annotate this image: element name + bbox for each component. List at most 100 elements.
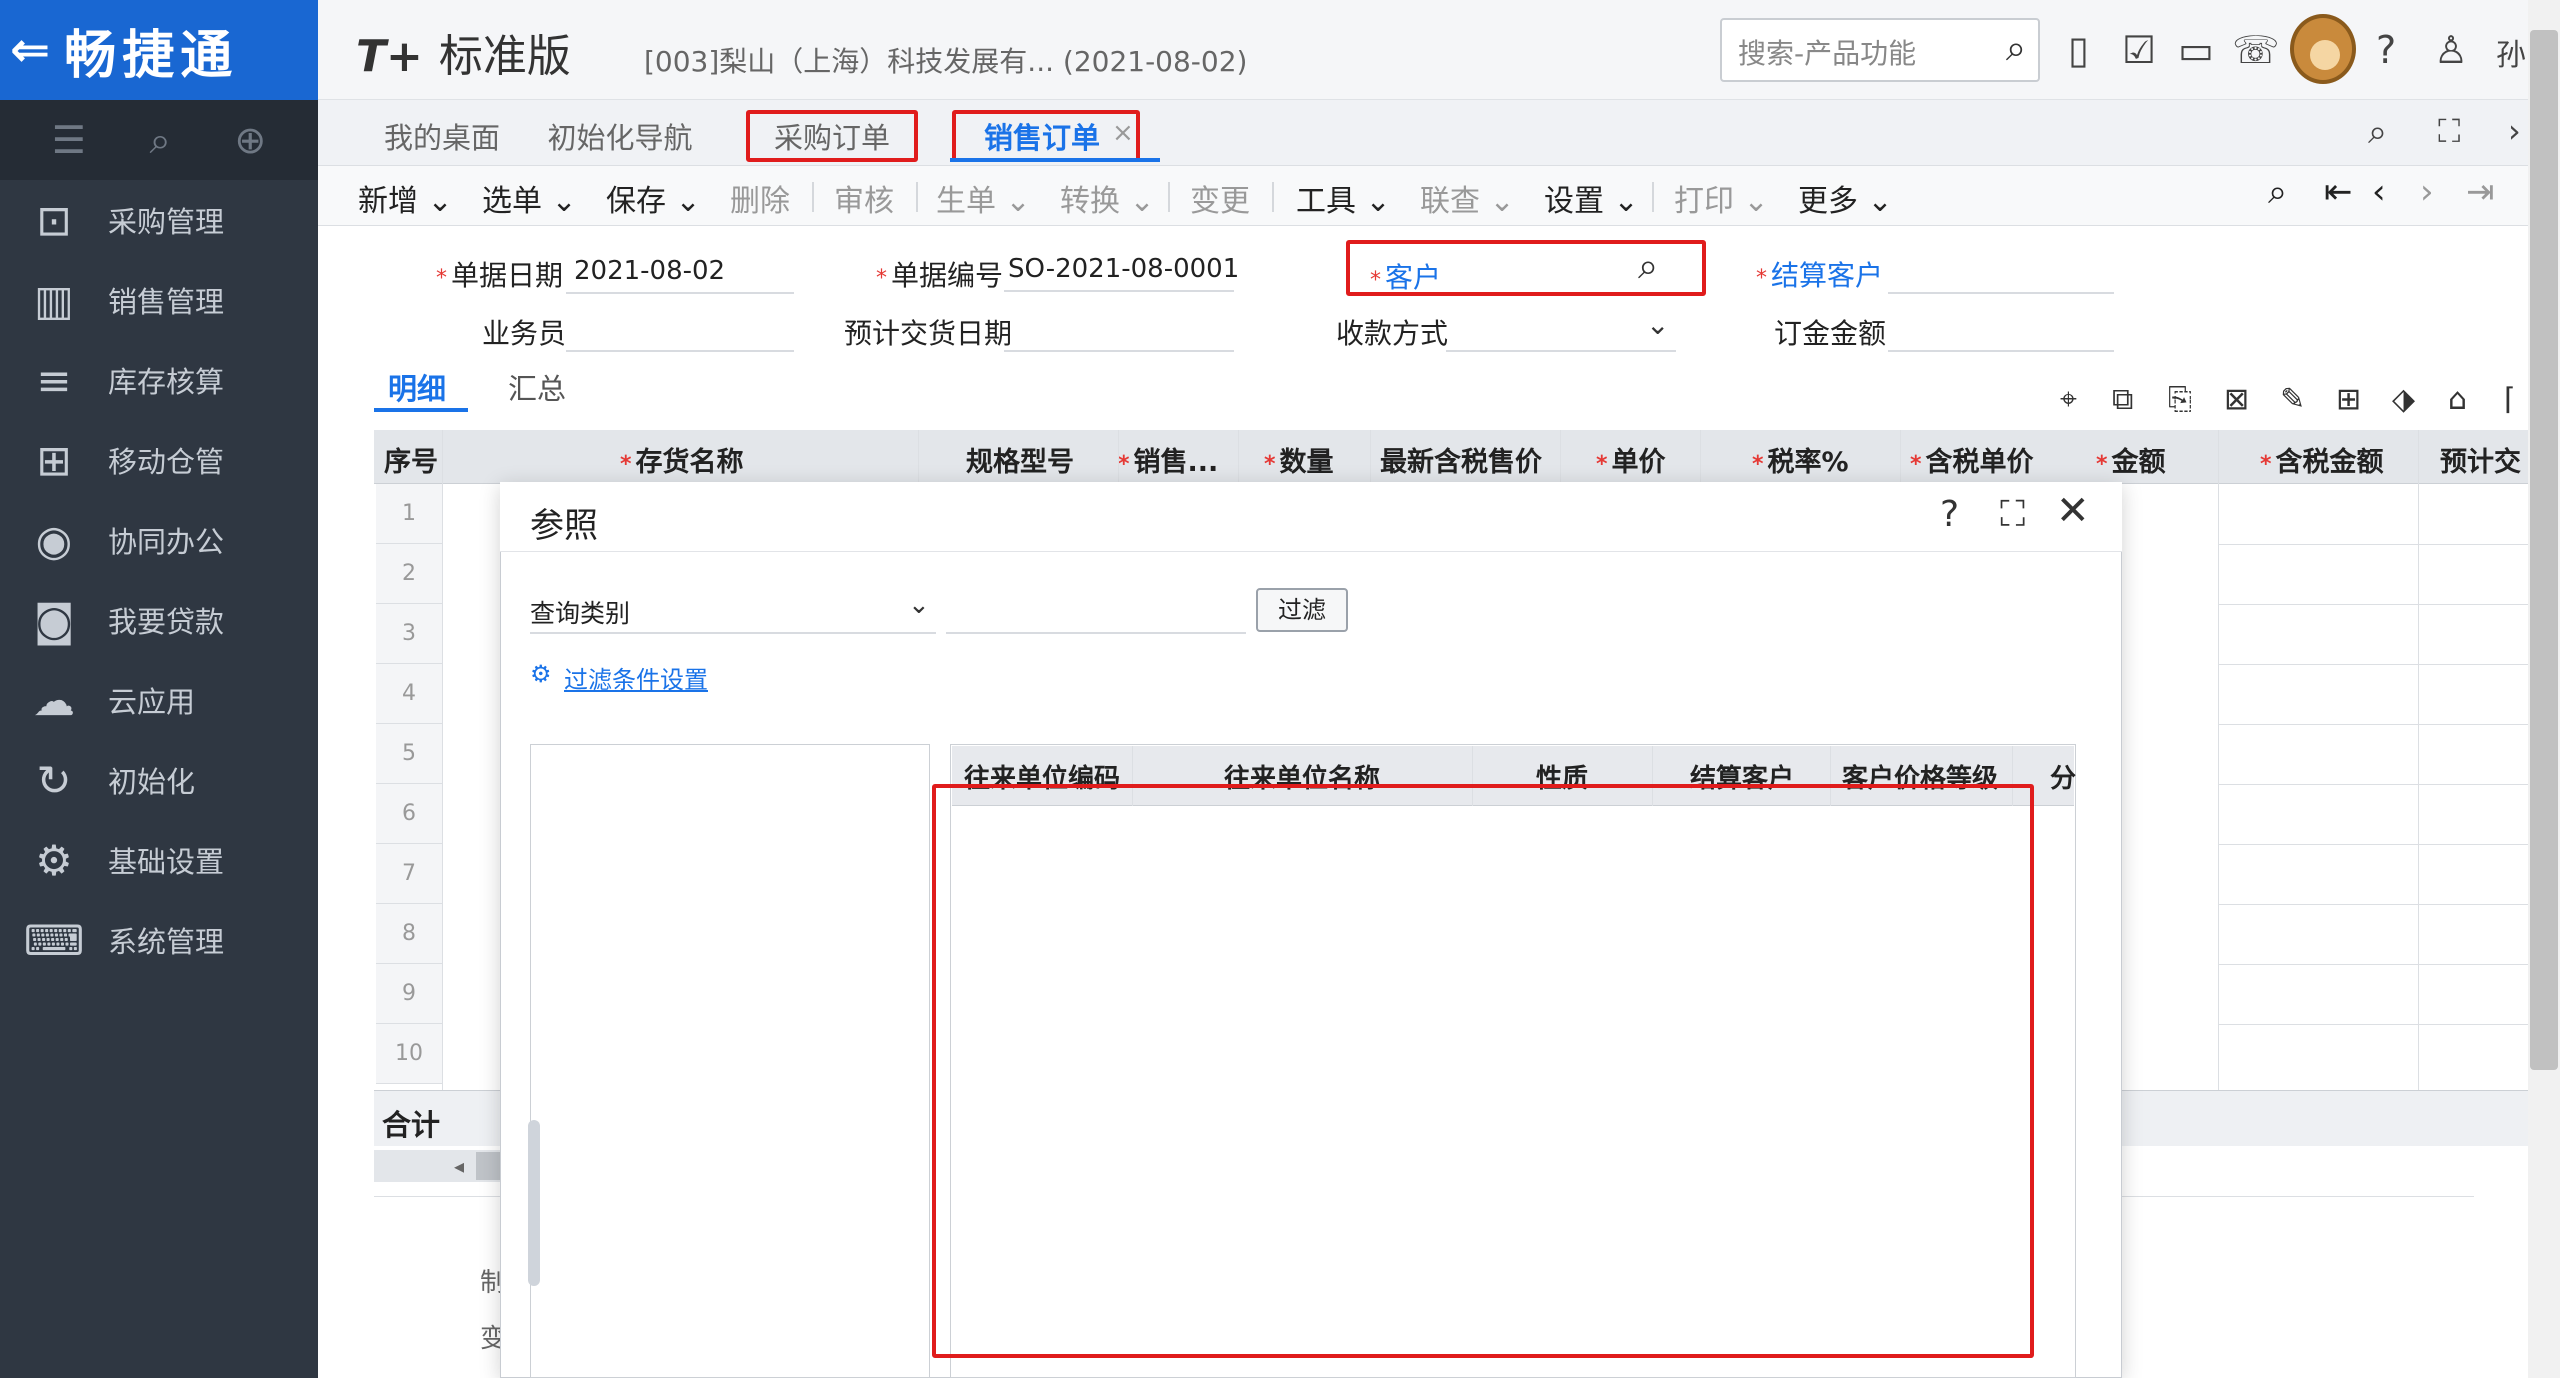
close-tab-icon[interactable]: × — [1112, 118, 1134, 148]
phone-icon[interactable]: ☏ — [2232, 28, 2280, 72]
tab-desktop[interactable]: 我的桌面 — [372, 110, 512, 162]
settle-customer-label[interactable]: * 结算客户 — [1756, 254, 1883, 294]
link-query-button[interactable]: 联查 ⌄ — [1420, 176, 1515, 220]
tab-next-icon[interactable]: › — [2508, 112, 2521, 150]
delete-row-icon[interactable]: ⊠ — [2224, 382, 2249, 417]
more-icon[interactable]: ⌈ — [2504, 382, 2516, 417]
sidebar-item-collaboration[interactable]: ◉ 协同办公 — [0, 500, 318, 580]
sidebar-item-mobile-warehouse[interactable]: ⊞ 移动仓管 — [0, 420, 318, 500]
username[interactable]: 孙 — [2496, 30, 2526, 74]
filter-settings-link[interactable]: 过滤条件设置 — [564, 660, 708, 695]
col-expected-delivery[interactable]: 预计交 — [2440, 440, 2521, 479]
add-doc-icon[interactable]: ⊕ — [234, 118, 266, 162]
next-record-icon[interactable]: › — [2420, 172, 2434, 212]
audit-button[interactable]: 审核 — [834, 176, 894, 220]
col-item-name[interactable]: * 存货名称 — [620, 440, 744, 479]
category-tree[interactable] — [530, 744, 930, 1378]
sidebar-item-system[interactable]: ⌨ 系统管理 — [0, 900, 318, 980]
edit-icon[interactable]: ✎ — [2280, 382, 2305, 417]
dialog-close-icon[interactable]: ✕ — [2056, 488, 2090, 534]
sidebar-item-inventory[interactable]: ≡ 库存核算 — [0, 340, 318, 420]
grid-icon[interactable]: ⊞ — [2336, 382, 2361, 417]
delivery-date-field[interactable] — [1004, 350, 1234, 352]
code-field[interactable]: SO-2021-08-0001 — [1008, 254, 1239, 284]
sidebar-item-cloud[interactable]: ☁ 云应用 — [0, 660, 318, 740]
menu-icon[interactable]: ☰ — [52, 118, 86, 162]
tab-purchase-order[interactable]: 采购订单 — [746, 110, 918, 162]
deposit-field[interactable] — [1888, 350, 2114, 352]
last-record-icon[interactable]: ⇥ — [2466, 172, 2495, 212]
fullscreen-icon[interactable]: ⛶ — [2438, 112, 2460, 151]
chevron-down-icon[interactable]: ⌄ — [1646, 308, 1669, 341]
tab-search-icon[interactable]: ⌕ — [2368, 112, 2387, 152]
tab-summary[interactable]: 汇总 — [508, 366, 566, 408]
col-spec[interactable]: 规格型号 — [966, 440, 1074, 479]
tab-init-guide[interactable]: 初始化导航 — [540, 110, 700, 162]
sidebar-item-init[interactable]: ↻ 初始化 — [0, 740, 318, 820]
sidebar-item-loan[interactable]: ◙ 我要贷款 — [0, 580, 318, 660]
dialog-help-icon[interactable]: ? — [1940, 494, 1959, 535]
calculator-icon[interactable]: ▯ — [2068, 28, 2089, 72]
col-quantity[interactable]: * 数量 — [1264, 440, 1334, 479]
row-number: 4 — [376, 664, 442, 724]
chevron-down-icon[interactable]: ⌄ — [908, 590, 930, 620]
insert-row-icon[interactable]: ⧉ — [2112, 382, 2133, 417]
new-button[interactable]: 新增 ⌄ — [358, 176, 453, 220]
search-input[interactable]: 搜索-产品功能 ⌕ — [1720, 18, 2040, 82]
filter-button[interactable]: 过滤 — [1256, 588, 1348, 632]
query-category-select[interactable]: 查询类别 — [530, 594, 630, 630]
first-record-icon[interactable]: ⇤ — [2324, 172, 2353, 212]
warehouse-icon[interactable]: ⌂ — [2448, 382, 2467, 417]
payment-method-select[interactable] — [1446, 350, 1676, 352]
settings-button[interactable]: 设置 ⌄ — [1544, 176, 1639, 220]
tools-button[interactable]: 工具 ⌄ — [1296, 176, 1391, 220]
col-amount[interactable]: * 金额 — [2096, 440, 2166, 479]
app-logo[interactable]: ⇐ 畅捷通 — [0, 0, 318, 100]
more-button[interactable]: 更多 ⌄ — [1798, 176, 1893, 220]
col-tax-amount[interactable]: * 含税金额 — [2260, 440, 2384, 479]
copy-row-icon[interactable]: ⎘ — [2168, 382, 2192, 417]
toolbar-label: 选单 — [482, 184, 542, 219]
print-button[interactable]: 打印 ⌄ — [1674, 176, 1769, 220]
col-tax-rate[interactable]: * 税率% — [1752, 440, 1849, 479]
col-more[interactable]: 分 — [2050, 758, 2076, 795]
gear-icon[interactable]: ⚙ — [530, 660, 552, 688]
col-sales-unit[interactable]: * 销售... — [1118, 440, 1218, 479]
convert-button[interactable]: 转换 ⌄ — [1060, 176, 1155, 220]
col-tax-unit-price[interactable]: * 含税单价 — [1910, 440, 2034, 479]
locate-icon[interactable]: ⌕ — [2268, 172, 2287, 212]
scroll-thumb[interactable] — [476, 1152, 502, 1180]
salesman-field[interactable] — [566, 350, 794, 352]
delete-button[interactable]: 删除 — [730, 176, 790, 220]
customer-search-icon[interactable]: ⌕ — [1638, 246, 1658, 288]
search-doc-icon[interactable]: ⌕ — [149, 118, 170, 163]
customer-label[interactable]: * 客户 — [1370, 256, 1441, 296]
back-arrow-icon[interactable]: ⇐ — [10, 22, 50, 78]
location-icon[interactable]: ⌖ — [2060, 382, 2077, 417]
sidebar-item-basic-settings[interactable]: ⚙ 基础设置 — [0, 820, 318, 900]
panel-resize-handle[interactable] — [528, 1120, 540, 1286]
search-icon[interactable]: ⌕ — [2006, 28, 2026, 70]
tag-icon[interactable]: ⬗ — [2392, 382, 2415, 417]
user-icon[interactable]: ♙ — [2434, 28, 2468, 72]
save-button[interactable]: 保存 ⌄ — [606, 176, 701, 220]
scroll-left-icon[interactable]: ◂ — [454, 1154, 464, 1178]
generate-button[interactable]: 生单 ⌄ — [936, 176, 1031, 220]
help-icon[interactable]: ? — [2376, 28, 2396, 72]
checklist-icon[interactable]: ☑ — [2122, 28, 2156, 72]
col-latest-price[interactable]: 最新含税售价 — [1380, 440, 1542, 479]
avatar-monkey-icon[interactable] — [2290, 14, 2356, 84]
sidebar-item-sales[interactable]: ▥ 销售管理 — [0, 260, 318, 340]
dialog-title: 参照 — [530, 506, 598, 546]
change-button[interactable]: 变更 — [1190, 176, 1250, 220]
dialog-maximize-icon[interactable]: ⛶ — [2000, 494, 2025, 536]
select-button[interactable]: 选单 ⌄ — [482, 176, 577, 220]
prev-record-icon[interactable]: ‹ — [2372, 172, 2386, 212]
page-scroll-thumb[interactable] — [2530, 30, 2558, 1070]
tab-detail[interactable]: 明细 — [388, 366, 446, 408]
date-field[interactable]: 2021-08-02 — [574, 256, 725, 286]
sidebar-item-purchase[interactable]: ⊡ 采购管理 — [0, 180, 318, 260]
message-icon[interactable]: ▭ — [2178, 28, 2214, 72]
query-input[interactable] — [946, 632, 1246, 634]
col-unit-price[interactable]: * 单价 — [1596, 440, 1666, 479]
